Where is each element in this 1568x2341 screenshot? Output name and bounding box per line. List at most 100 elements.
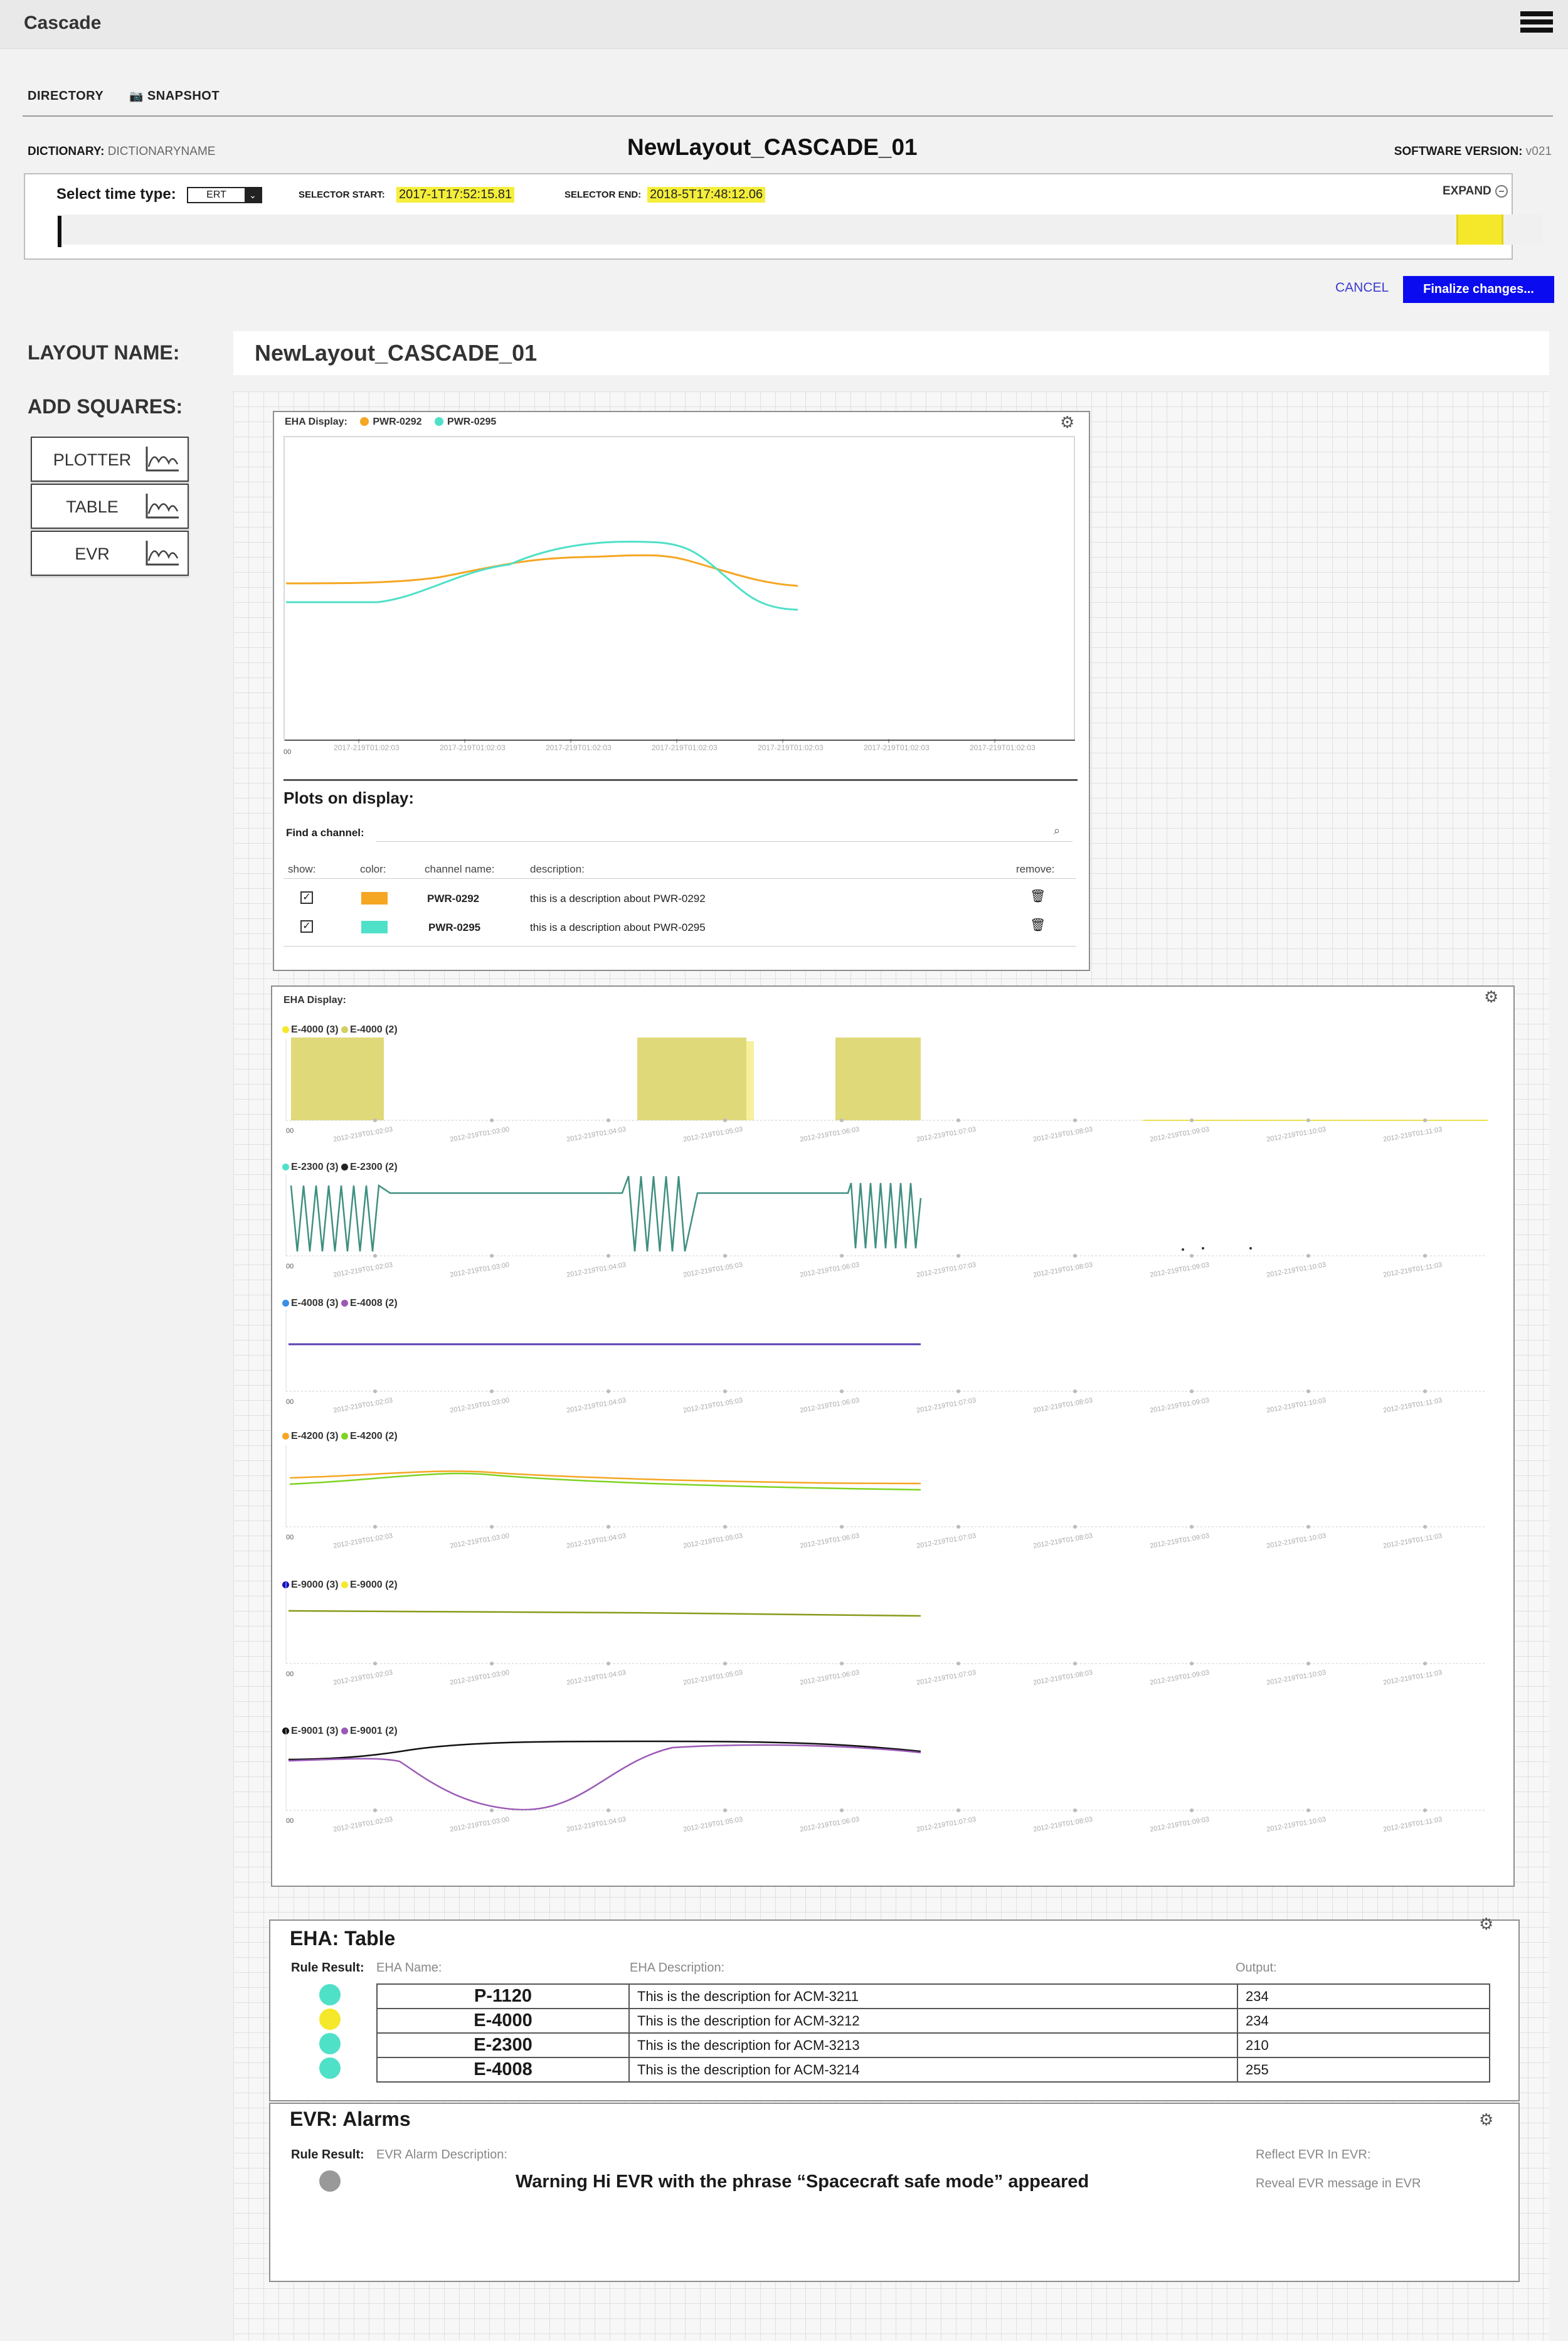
column-show: show: (288, 863, 316, 875)
x-tick (490, 1254, 494, 1258)
plotter2-display-label: EHA Display: (283, 995, 346, 1006)
column-color: color: (360, 863, 386, 875)
search-icon[interactable]: ⌕ (1054, 824, 1060, 837)
nav-directory[interactable]: DIRECTORY (28, 89, 103, 104)
eha-table-title: EHA: Table (290, 1927, 396, 1950)
x-tick (840, 1662, 844, 1665)
x-tick-label: 2012-219T01:11:03 (1382, 1126, 1443, 1144)
eha-data-table: P-1120 This is the description for ACM-32… (376, 1983, 1490, 2083)
expand-toggle[interactable]: EXPAND (1443, 184, 1508, 198)
chevron-down-icon: ⌄ (245, 188, 261, 202)
hamburger-menu-icon[interactable] (1520, 11, 1553, 36)
x-tick (373, 1389, 377, 1393)
plotter1-chart: 00 2017-219T01:02:03 2017-219T01:02:03 2017… (283, 436, 1075, 756)
data-block (291, 1038, 384, 1120)
software-label: SOFTWARE VERSION: (1394, 145, 1523, 158)
selector-start-value[interactable]: 2017-1T17:52:15.81 (396, 187, 515, 203)
x-tick-label: 2012-219T01:06:03 (799, 1815, 860, 1833)
x-tick-label: 2012-219T01:03:00 (449, 1261, 510, 1278)
x-tick (723, 1254, 727, 1258)
divider (283, 946, 1076, 947)
table-row[interactable]: E-4000 This is the description for ACM-32… (376, 2008, 1490, 2034)
add-evr-button[interactable]: EVR (31, 531, 189, 576)
x-tick-label: 2012-219T01:03:00 (449, 1669, 510, 1686)
color-swatch[interactable] (361, 892, 388, 905)
x-tick (607, 1254, 610, 1258)
x-tick (607, 1118, 610, 1122)
x-tick-label: 2012-219T01:02:03 (332, 1669, 393, 1686)
x-tick-label: 2017-219T01:02:03 (758, 743, 824, 752)
x-tick (1423, 1118, 1427, 1122)
timeline-range-handle[interactable] (1456, 215, 1503, 245)
cancel-button[interactable]: CANCEL (1335, 280, 1389, 295)
x-tick-label: 2012-219T01:02:03 (332, 1125, 393, 1143)
x-tick (1190, 1662, 1194, 1665)
add-table-button[interactable]: TABLE (31, 484, 189, 529)
data-block (637, 1038, 746, 1120)
trash-icon[interactable]: 🗑 (1030, 917, 1046, 933)
status-indicator (319, 2033, 341, 2054)
timeline-start-cursor[interactable] (58, 216, 61, 247)
selector-end-value[interactable]: 2018-5T17:48:12.06 (647, 187, 766, 203)
x-tick-label: 2012-219T01:06:03 (799, 1669, 860, 1686)
x-tick (1073, 1389, 1077, 1393)
output-header: Output: (1236, 1961, 1277, 1975)
x-tick-label: 2012-219T01:02:03 (332, 1396, 393, 1414)
finalize-changes-button[interactable]: Finalize changes... (1403, 276, 1554, 303)
software-version: SOFTWARE VERSION: v021 (1394, 145, 1552, 159)
evr-alarms-square[interactable] (269, 2103, 1520, 2282)
time-type-select[interactable]: ERT ⌄ (187, 187, 262, 203)
x-tick (956, 1808, 960, 1812)
x-tick-label: 2012-219T01:03:00 (449, 1815, 510, 1833)
add-plotter-button[interactable]: PLOTTER (31, 437, 189, 482)
x-tick (373, 1525, 377, 1529)
x-tick-label: 2017-219T01:02:03 (864, 743, 930, 752)
gear-icon[interactable]: ⚙ (1060, 413, 1074, 432)
x-tick-label: 2012-219T01:05:03 (682, 1125, 743, 1143)
x-tick-label: 2012-219T01:11:03 (1382, 1816, 1443, 1834)
gear-icon[interactable]: ⚙ (1479, 1914, 1493, 1934)
trash-icon[interactable]: 🗑 (1030, 888, 1046, 904)
x-tick (1073, 1662, 1077, 1665)
x-tick-label: 2012-219T01:08:03 (1032, 1396, 1093, 1414)
find-channel-input[interactable] (376, 823, 1073, 842)
nav-snapshot[interactable]: 📷 SNAPSHOT (129, 89, 220, 104)
color-swatch[interactable] (361, 921, 388, 933)
chart-icon (146, 541, 179, 566)
x-tick-label: 2017-219T01:02:03 (440, 743, 506, 752)
x-tick-label: 2012-219T01:07:03 (916, 1532, 977, 1549)
x-tick-label: 2012-219T01:05:03 (682, 1669, 743, 1686)
x-tick-label: 2012-219T01:07:03 (916, 1125, 977, 1143)
timeline-track[interactable] (56, 215, 1543, 245)
show-checkbox[interactable]: ✓ (300, 920, 313, 933)
x-tick (1073, 1808, 1077, 1812)
x-tick (1073, 1525, 1077, 1529)
eha-description: This is the description for ACM-3213 (628, 2032, 1238, 2058)
x-tick-label: 2012-219T01:09:03 (1149, 1261, 1210, 1278)
x-tick (723, 1662, 727, 1665)
x-tick-label: 2012-219T01:06:03 (799, 1261, 860, 1278)
x-tick-label: 2017-219T01:02:03 (546, 743, 612, 752)
plots-on-display-title: Plots on display: (283, 788, 415, 807)
reveal-evr-link[interactable]: Reveal EVR message in EVR (1256, 2177, 1421, 2191)
x-tick-label: 2017-219T01:02:03 (334, 743, 400, 752)
x-tick-label: 2012-219T01:08:03 (1032, 1125, 1093, 1143)
find-channel-label: Find a channel: (286, 827, 364, 839)
x-tick (723, 1525, 727, 1529)
gear-icon[interactable]: ⚙ (1484, 987, 1498, 1007)
x-tick-label: 2017-219T01:02:03 (652, 743, 718, 752)
x-tick (373, 1808, 377, 1812)
table-row[interactable]: P-1120 This is the description for ACM-32… (376, 1983, 1490, 2009)
show-checkbox[interactable]: ✓ (300, 891, 313, 904)
x-tick (607, 1525, 610, 1529)
x-tick (1423, 1254, 1427, 1258)
dictionary-value: DICTIONARYNAME (107, 145, 216, 158)
table-row[interactable]: E-2300 This is the description for ACM-32… (376, 2032, 1490, 2058)
x-tick (1190, 1254, 1194, 1258)
gear-icon[interactable]: ⚙ (1479, 2110, 1493, 2130)
x-tick-label: 2012-219T01:11:03 (1382, 1532, 1443, 1550)
x-tick (490, 1662, 494, 1665)
x-tick (1073, 1118, 1077, 1122)
camera-icon: 📷 (129, 90, 144, 102)
table-row[interactable]: E-4008 This is the description for ACM-32… (376, 2057, 1490, 2083)
